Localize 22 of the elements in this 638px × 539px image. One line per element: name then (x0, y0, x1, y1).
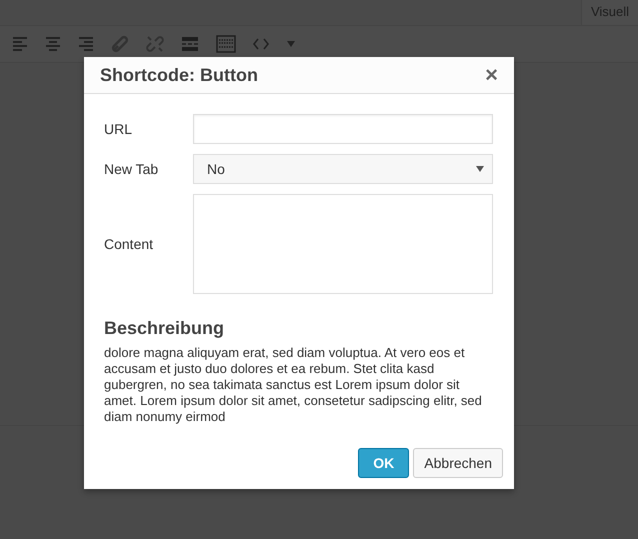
caret-icon (476, 166, 484, 172)
text-area[interactable] (193, 194, 493, 294)
code-icon[interactable] (253, 38, 269, 50)
cancel-button[interactable]: Abbrechen (413, 448, 503, 478)
dropdown-icon[interactable] (286, 40, 296, 48)
keyboard-icon[interactable] (216, 35, 236, 53)
field-label: URL (104, 121, 134, 137)
section-heading: Beschreibung (104, 318, 226, 339)
link-icon[interactable] (111, 35, 129, 53)
field-label: Content (104, 236, 154, 252)
dialog-title: Shortcode: Button (100, 64, 258, 86)
input-field[interactable] (193, 114, 493, 144)
field-label: New Tab (104, 161, 160, 177)
align-center-icon[interactable] (45, 37, 61, 51)
align-left-icon[interactable] (12, 37, 28, 51)
select-field[interactable]: No (193, 154, 493, 184)
description-text: dolore magna aliquyam erat, sed diam voluptua. At vero eos et accusam et justo duo dolores et ea rebum. Stet clita kasd gubergren, no sea takimata sanctus est Lorem ipsum dolor sit amet. Lorem ipsum dolor sit amet, consetetur sadipscing elitr, sed diam nonumy eirmod (104, 345, 483, 425)
close-button[interactable]: × (483, 64, 500, 86)
ok-button[interactable]: OK (358, 448, 410, 478)
read-more-icon[interactable] (181, 36, 199, 52)
unlink-icon[interactable] (146, 35, 164, 53)
align-right-icon[interactable] (78, 37, 94, 51)
